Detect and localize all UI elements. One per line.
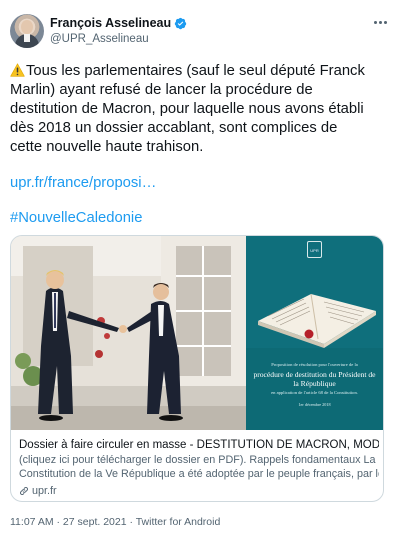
tweet-text-line: cette nouvelle haute trahison. (10, 139, 204, 155)
card-domain-text: upr.fr (32, 485, 57, 497)
card-description-line: Constitution de la Ve République a été a… (19, 467, 379, 480)
tweet-text-line: destitution de Macron, pour laquelle nou… (10, 101, 364, 117)
card-title: Dossier à faire circuler en masse - DEST… (19, 439, 379, 451)
card-image[interactable]: UPR Proposition de résolution pour l'ouv… (11, 236, 383, 430)
avatar[interactable] (10, 14, 44, 48)
tweet-text-line: Marlin) ayant refusé de lancer la procéd… (10, 82, 313, 98)
card-description: (cliquez ici pour télécharger le dossier… (19, 454, 379, 481)
link-icon (19, 486, 29, 496)
tweet-text-line: Tous les parlementaires (sauf le seul dé… (10, 62, 392, 81)
card-photo (11, 236, 246, 430)
tweet-link[interactable]: upr.fr/france/proposi… (10, 175, 156, 191)
tweet-header: François Asselineau @UPR_Asselineau (10, 14, 392, 54)
link-preview-card[interactable]: UPR Proposition de résolution pour l'ouv… (10, 235, 384, 502)
tweet-text: Tous les parlementaires (sauf le seul dé… (10, 62, 392, 157)
card-description-line: (cliquez ici pour télécharger le dossier… (19, 454, 376, 466)
card-meta: Dossier à faire circuler en masse - DEST… (19, 438, 379, 481)
upr-logo: UPR (307, 241, 322, 258)
cover-text-article: en application de l'article 68 de la Con… (271, 390, 358, 395)
tweet-timestamp[interactable]: 11:07 AM · 27 sept. 2021 · Twitter for A… (10, 516, 220, 528)
tweet-text-line: dès 2018 un dossier accablant, sont comp… (10, 120, 338, 136)
cover-text-title: procédure de destitution du Président de… (253, 370, 376, 388)
author-name-row[interactable]: François Asselineau (50, 16, 187, 30)
dossier-cover-image: UPR Proposition de résolution pour l'ouv… (246, 236, 383, 430)
hashtag-link[interactable]: #NouvelleCaledonie (10, 210, 142, 226)
cover-text-intro: Proposition de résolution pour l'ouvertu… (271, 362, 358, 367)
warning-emoji-icon (10, 63, 25, 77)
more-options-icon[interactable] (370, 14, 390, 30)
card-domain: upr.fr (19, 485, 57, 497)
verified-badge-icon (174, 17, 187, 29)
author-handle[interactable]: @UPR_Asselineau (50, 33, 149, 45)
display-name[interactable]: François Asselineau (50, 16, 171, 30)
cover-text-date: 1er décembre 2018 (298, 402, 331, 407)
tweet[interactable]: François Asselineau @UPR_Asselineau Tous… (0, 0, 402, 536)
